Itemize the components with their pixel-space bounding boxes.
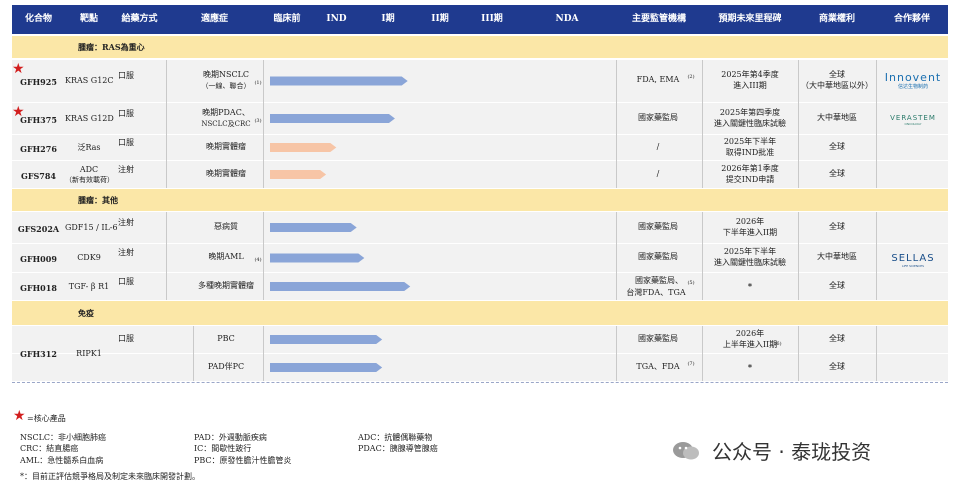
legend-item: PBC：原發性膽汁性膽管炎 [194,456,292,465]
wechat-icon [673,442,699,460]
pipeline-bar-gfs202a [270,223,357,232]
legend-item: ADC：抗體偶聯藥物 [358,433,433,442]
legend-core-label: =核心產品 [27,414,66,423]
legend-footnote: *：目前正評估競爭格局及制定未來臨床開發計劃。 [20,472,200,481]
pipeline-bar-gfh312-pbc [270,335,383,344]
pipeline-bar-gfh018 [270,282,411,291]
pipeline-bar-gfs784 [270,170,327,179]
pipeline-bar-gfh375 [270,114,395,123]
pipeline-bar-gfh925 [270,76,408,86]
pipeline-bar-gfh009 [270,253,365,263]
legend-item: NSCLC：非小細胞肺癌 [20,433,107,442]
legend-item: IC：間歇性跛行 [194,444,252,453]
watermark-text: 公众号 · 泰珑投资 [712,440,872,464]
legend-item: CRC：結直腸癌 [20,444,79,453]
pipeline-table: 化合物 靶點 給藥方式 適應症 臨床前 IND I期 II期 III期 NDA 主要監管機構 預期未來… [0,0,955,495]
pipeline-bar-gfh312-pad伴pc [270,363,383,372]
core-star-icon: ★ [13,408,26,424]
legend-item: PAD：外週動脈疾病 [194,433,267,442]
pipeline-bar-gfh276 [270,143,337,152]
legend-item: PDAC：胰腺導管腺癌 [358,444,438,453]
pipeline-bars [270,76,411,372]
legend-item: AML：急性髓系白血病 [20,456,104,465]
